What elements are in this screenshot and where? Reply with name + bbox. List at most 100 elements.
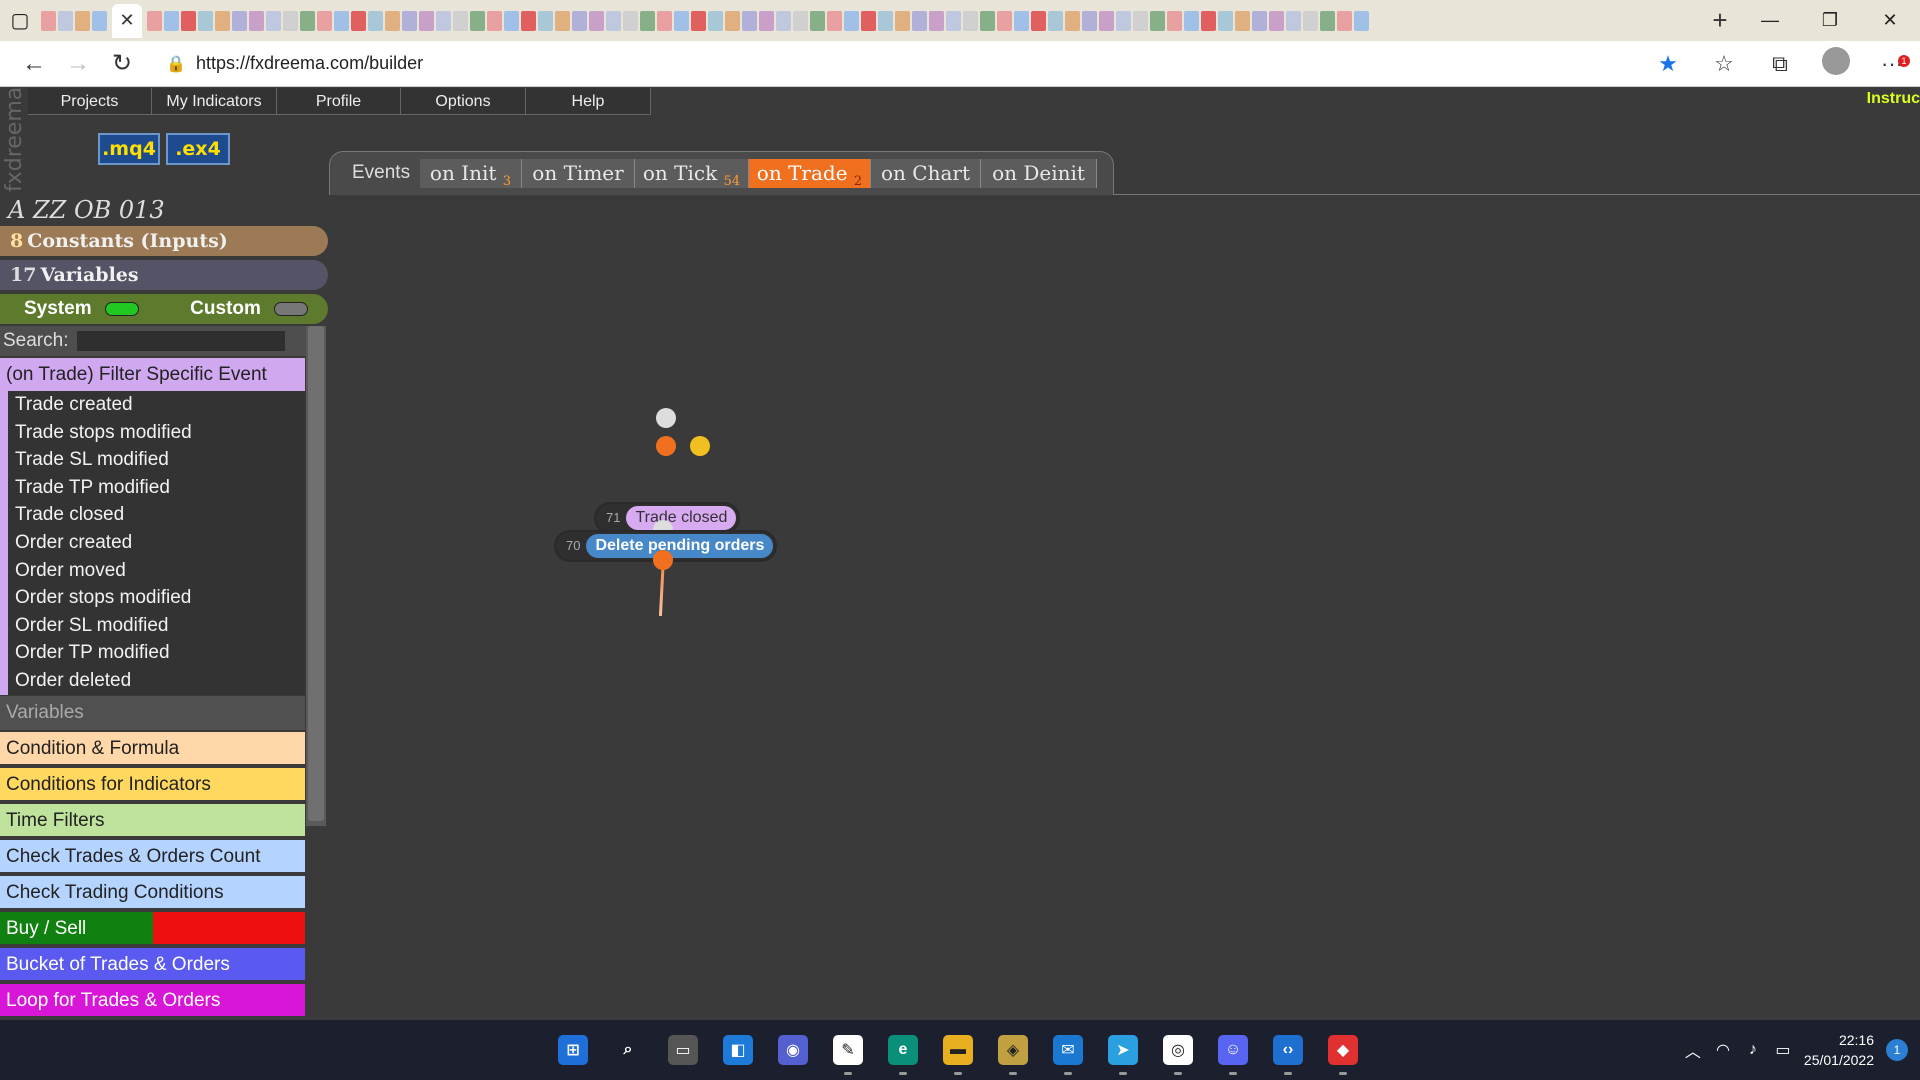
constants-inputs-bar[interactable]: 8 Constants (Inputs) [0,226,328,256]
block-70-output-dot[interactable] [653,550,673,570]
browser-tab[interactable] [963,10,978,31]
browser-tab[interactable] [1048,10,1063,31]
search-icon[interactable]: ⌕ [613,1035,643,1065]
browser-tab[interactable] [1286,10,1301,31]
browser-tab[interactable] [402,10,417,31]
browser-tab[interactable] [436,10,451,31]
profile-avatar[interactable] [1808,46,1864,81]
browser-tab[interactable] [1320,10,1335,31]
browser-tab[interactable] [538,10,553,31]
browser-tab[interactable] [317,10,332,31]
browser-tab[interactable] [589,10,604,31]
browser-tab[interactable] [215,10,230,31]
block-71-input-dot[interactable] [656,408,676,428]
reload-button[interactable]: ↻ [100,49,144,78]
browser-tab[interactable] [691,10,706,31]
category-time-filters[interactable]: Time Filters [0,804,305,838]
browser-tab[interactable] [368,10,383,31]
browser-tab[interactable] [623,10,638,31]
browser-tab[interactable] [385,10,400,31]
tab-on-init[interactable]: on Init 3 [420,159,522,189]
chrome-icon[interactable]: ◎ [1163,1035,1193,1065]
teams-chat-icon[interactable]: ◉ [778,1035,808,1065]
browser-tab[interactable] [419,10,434,31]
browser-tab[interactable] [1201,10,1216,31]
filter-block-item[interactable]: Trade SL modified [8,446,305,474]
file-explorer-icon[interactable]: ▬ [943,1035,973,1065]
filter-block-item[interactable]: Order moved [8,557,305,585]
browser-tab[interactable] [997,10,1012,31]
browser-tab[interactable] [572,10,587,31]
browser-tab[interactable] [58,10,73,31]
filter-category-heading[interactable]: (on Trade) Filter Specific Event [0,358,305,391]
browser-tab[interactable] [198,10,213,31]
browser-tab[interactable] [1031,10,1046,31]
menu-my-indicators[interactable]: My Indicators [152,88,277,115]
browser-tab[interactable] [810,10,825,31]
category-loop[interactable]: Loop for Trades & Orders [0,984,305,1018]
scroll-thumb[interactable] [308,326,324,821]
chevron-up-icon[interactable]: ︿ [1678,1038,1708,1062]
browser-tab[interactable] [283,10,298,31]
browser-tab[interactable] [555,10,570,31]
browser-tab[interactable] [1065,10,1080,31]
menu-projects[interactable]: Projects [28,88,152,115]
start-icon[interactable]: ⊞ [558,1035,588,1065]
category-buy-sell[interactable]: Buy / Sell [0,912,305,946]
browser-tab[interactable] [674,10,689,31]
browser-tab[interactable] [1116,10,1131,31]
browser-tab[interactable] [929,10,944,31]
category-bucket[interactable]: Bucket of Trades & Orders [0,948,305,982]
tab-on-chart[interactable]: on Chart [871,159,981,188]
vscode-icon[interactable]: ‹› [1273,1035,1303,1065]
browser-tab[interactable] [41,10,56,31]
mail-icon[interactable]: ✉ [1053,1035,1083,1065]
volume-icon[interactable]: ♪ [1738,1041,1768,1059]
clock[interactable]: 22:16 25/01/2022 [1804,1030,1874,1070]
tab-on-timer[interactable]: on Timer [522,159,635,188]
forward-button[interactable]: → [56,50,100,78]
telegram-icon[interactable]: ➤ [1108,1035,1138,1065]
filter-block-item[interactable]: Order created [8,529,305,557]
system-toggle[interactable] [104,301,139,316]
edge-icon[interactable]: e [888,1035,918,1065]
browser-tab[interactable] [725,10,740,31]
browser-tab[interactable] [1303,10,1318,31]
browser-tab[interactable] [827,10,842,31]
block-71-output-orange-dot[interactable] [656,436,676,456]
active-tab-close-button[interactable]: ✕ [112,3,142,38]
project-title[interactable]: A ZZ OB 013 [8,196,165,224]
trading-app-icon[interactable]: ◈ [998,1035,1028,1065]
browser-tab[interactable] [878,10,893,31]
browser-tab[interactable] [75,10,90,31]
instructions-link[interactable]: Instruc [1867,90,1920,108]
variables-bar[interactable]: 17 Variables [0,260,328,290]
browser-tab[interactable] [708,10,723,31]
browser-tab[interactable] [334,10,349,31]
browser-tab[interactable] [1133,10,1148,31]
battery-icon[interactable]: ▭ [1768,1040,1798,1060]
category-check-trades-orders[interactable]: Check Trades & Orders Count [0,840,305,874]
category-check-trading-conditions[interactable]: Check Trading Conditions [0,876,305,910]
browser-tab[interactable] [181,10,196,31]
category-conditions-indicators[interactable]: Conditions for Indicators [0,768,305,802]
browser-tab[interactable] [164,10,179,31]
browser-tab[interactable] [1252,10,1267,31]
category-condition-formula[interactable]: Condition & Formula [0,732,305,766]
sidebar-scrollbar[interactable] [306,326,326,826]
filter-block-item[interactable]: Order stops modified [8,584,305,612]
minimize-button[interactable]: — [1740,10,1800,31]
browser-tab[interactable] [1354,10,1369,31]
filter-block-item[interactable]: Order deleted [8,667,305,695]
new-tab-button[interactable]: + [1700,5,1740,36]
more-menu-button[interactable]: ··· 1 [1864,51,1920,77]
browser-tab[interactable] [1150,10,1165,31]
menu-options[interactable]: Options [401,88,526,115]
browser-tab[interactable] [266,10,281,31]
filter-block-item[interactable]: Trade closed [8,501,305,529]
browser-tab[interactable] [147,10,162,31]
back-button[interactable]: ← [12,50,56,78]
restore-button[interactable]: ❐ [1800,10,1860,31]
browser-tab[interactable] [912,10,927,31]
browser-tab[interactable] [1082,10,1097,31]
